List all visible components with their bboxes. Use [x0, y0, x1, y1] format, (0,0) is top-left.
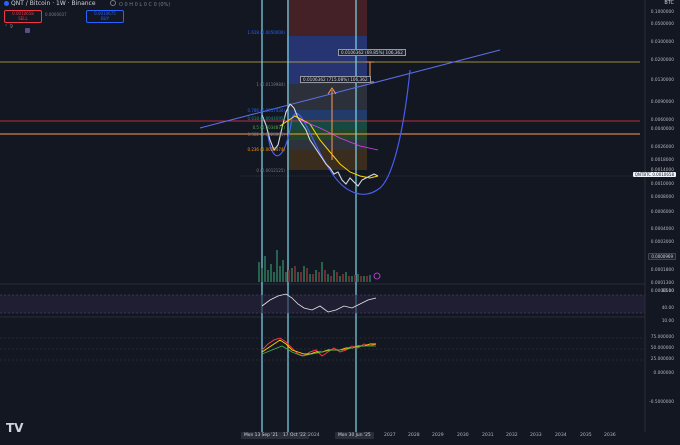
year-label: 2024	[308, 433, 320, 438]
buy-button[interactable]: 0.0010675 BUY	[86, 10, 124, 23]
price-axis-label: 0.0060000	[650, 118, 674, 123]
measure-label-top: 0.0106362 (69.85%) 106,362	[338, 49, 406, 56]
price-axis-label: 0.1000000	[650, 10, 674, 15]
year-label: 2032	[506, 433, 518, 438]
date-tag-1: Mon 13 Sep '21	[241, 432, 282, 439]
year-label: 2033	[530, 433, 542, 438]
year-label: 2034	[555, 433, 567, 438]
current-price-tag: QNTBTC 0.0010658	[632, 172, 676, 177]
price-axis-label: 0.0010000	[650, 182, 674, 187]
settings-icon[interactable]	[25, 28, 30, 33]
year-label: 2035	[580, 433, 592, 438]
fib-level-label: 1 (0.0119984)	[256, 82, 285, 87]
price-axis-label: 0.0001800	[650, 268, 674, 273]
sell-label: SELL	[18, 16, 28, 21]
year-label: 2027	[384, 433, 396, 438]
header: QNT / Bitcoin · 1W · Binance O 0 H 0 L 0…	[0, 0, 640, 8]
indicators-toggle[interactable]: ⌃ 9	[4, 24, 13, 30]
volume-value: 0.0000969	[651, 254, 673, 259]
symbol-text: QNT / Bitcoin · 1W · Binance	[11, 0, 96, 7]
date-tag-3: Mon 30 Jun '25	[335, 432, 374, 439]
osc2-axis-label: 50.000000	[650, 346, 674, 351]
price-axis-label: 0.0300000	[650, 40, 674, 45]
fib-level-label: 0.382 (0.0028085)	[247, 132, 285, 137]
chart-window: QNT / Bitcoin · 1W · Binance O 0 H 0 L 0…	[0, 0, 680, 445]
sell-button[interactable]: 0.0010658 SELL	[4, 10, 42, 23]
current-tag-value: 0.0010658	[652, 172, 674, 177]
osc2-axis-label: 25.000000	[650, 357, 674, 362]
measure-text-top: 0.0106362 (69.85%) 106,362	[341, 50, 403, 55]
osc2-axis-label: -0.5000000	[649, 400, 674, 405]
fib-level-label: 0.5 (0.0034871)	[252, 125, 285, 130]
price-axis-label: 0.0130000	[650, 78, 674, 83]
fib-level-label: 0.786 (0.0057434)	[247, 108, 285, 113]
price-axis-label: 0.0026000	[650, 145, 674, 150]
price-axis-label: 0.0008000	[650, 195, 674, 200]
currency-label: BTC	[664, 0, 674, 6]
price-axis-label: 0.0200000	[650, 58, 674, 63]
price-axis-label: 0.0040000	[650, 127, 674, 132]
fib-level-label: 1.618 (0.0050000)	[247, 30, 285, 35]
chart-canvas[interactable]	[0, 0, 680, 445]
price-axis-label: 0.0006000	[650, 210, 674, 215]
price-axis-label: 0.0018000	[650, 158, 674, 163]
alert-marker	[373, 272, 381, 280]
osc1-axis-label: 80.00	[661, 289, 674, 294]
eye-icon[interactable]	[110, 0, 116, 6]
price-axis-label: 0.0001300	[650, 281, 674, 286]
year-label: 2031	[482, 433, 494, 438]
year-label: 2028	[408, 433, 420, 438]
measure-label-bottom: 0.0106362 (715.08%) 106,362	[300, 76, 371, 83]
symbol-title[interactable]: QNT / Bitcoin · 1W · Binance	[4, 0, 96, 7]
osc1-axis-label: 40.00	[661, 306, 674, 311]
fib-zone-teal	[287, 120, 367, 130]
year-label: 2029	[432, 433, 444, 438]
date-tag-2: 17 Oct '22	[280, 432, 309, 439]
indicator-count: 9	[9, 24, 13, 30]
buy-label: BUY	[100, 16, 110, 21]
fib-zone-orange	[287, 150, 367, 170]
fib-level-label: 0.236 (0.0020474)	[247, 147, 285, 152]
osc1-axis-label: 10.00	[661, 319, 674, 324]
spread-value: 0.0000037	[45, 12, 67, 17]
year-label: 2036	[604, 433, 616, 438]
ohlc-readout: O 0 H 0 L 0 C 0 (0%)	[110, 0, 170, 8]
price-axis-label: 0.0003000	[650, 240, 674, 245]
price-axis-label: 0.0500000	[650, 22, 674, 27]
osc2-axis-label: 0.000000	[653, 371, 674, 376]
year-label: 2030	[457, 433, 469, 438]
osc2-axis-label: 75.000000	[650, 335, 674, 340]
fib-level-label: 0.618 (0.0044095)	[247, 116, 285, 121]
price-axis-label: 0.0004000	[650, 227, 674, 232]
price-axis-label: 0.0090000	[650, 100, 674, 105]
measure-text-bottom: 0.0106362 (715.08%) 106,362	[303, 77, 368, 82]
symbol-logo-icon	[4, 1, 9, 6]
tradingview-logo: TV	[6, 421, 24, 435]
ohlc-text: O 0 H 0 L 0 C 0 (0%)	[119, 2, 171, 8]
fib-level-label: 0 (0.0012125)	[256, 168, 285, 173]
volume-tag: 0.0000969	[648, 253, 676, 260]
osc1-band	[0, 295, 645, 313]
current-tag-symbol: QNTBTC	[634, 172, 652, 177]
